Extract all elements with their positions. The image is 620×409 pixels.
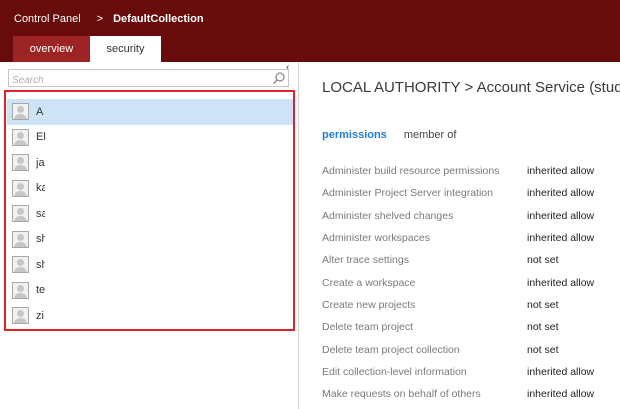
permission-name: Make requests on behalf of others: [322, 388, 481, 401]
permission-value[interactable]: inherited allow: [527, 277, 594, 289]
tab-member-of[interactable]: member of: [404, 129, 457, 141]
permission-row: Administer shelved changes inherited all…: [322, 205, 620, 227]
permission-name: Delete team project: [322, 321, 414, 334]
details-tabs: permissions member of: [322, 129, 473, 141]
permission-row: Alter trace settings not set: [322, 249, 620, 271]
permission-row: Delete team project collection not set: [322, 338, 620, 360]
permission-name: Administer shelved changes: [322, 209, 454, 222]
permission-value[interactable]: inherited allow: [527, 187, 594, 199]
permission-value[interactable]: inherited allow: [527, 388, 594, 400]
permission-row: Create a workspace inherited allow: [322, 271, 620, 293]
permission-row: Delete team project not set: [322, 316, 620, 338]
permission-value[interactable]: not set: [527, 254, 559, 266]
permission-name: Alter trace settings: [322, 254, 409, 267]
permission-value[interactable]: inherited allow: [527, 366, 594, 378]
breadcrumb-collection[interactable]: DefaultCollection: [113, 13, 203, 25]
permission-name: Edit collection-level information: [322, 365, 467, 378]
permissions-list: Administer build resource permissions in…: [322, 160, 620, 405]
permission-value[interactable]: inherited allow: [527, 210, 594, 222]
permission-name: Administer build resource permissions: [322, 165, 500, 178]
breadcrumb-control-panel[interactable]: Control Panel: [14, 13, 81, 25]
search-input[interactable]: [9, 72, 259, 89]
identity-title: LOCAL AUTHORITY > Account Service (study…: [322, 79, 620, 96]
permission-name: Administer workspaces: [322, 232, 430, 245]
permission-row: Administer build resource permissions in…: [322, 160, 620, 182]
tab-security[interactable]: security: [90, 36, 161, 62]
permission-row: Edit collection-level information inheri…: [322, 361, 620, 383]
permission-value[interactable]: not set: [527, 344, 559, 356]
tab-permissions[interactable]: permissions: [322, 129, 387, 141]
permission-value[interactable]: not set: [527, 299, 559, 311]
search-icon[interactable]: [272, 71, 286, 85]
permission-value[interactable]: inherited allow: [527, 165, 594, 177]
top-bar: Control Panel > DefaultCollection overvi…: [0, 0, 620, 62]
permission-row: Make requests on behalf of others inheri…: [322, 383, 620, 405]
permission-row: Administer Project Server integration in…: [322, 182, 620, 204]
permission-value[interactable]: not set: [527, 321, 559, 333]
search-box: [8, 69, 289, 89]
permission-value[interactable]: inherited allow: [527, 232, 594, 244]
breadcrumb: Control Panel > DefaultCollection: [14, 11, 204, 27]
permission-name: Delete team project collection: [322, 343, 460, 356]
permission-row: Create new projects not set: [322, 294, 620, 316]
details-panel: LOCAL AUTHORITY > Account Service (study…: [300, 62, 620, 409]
permission-name: Create new projects: [322, 298, 416, 311]
permission-name: Administer Project Server integration: [322, 187, 493, 200]
main-tabs: overview security: [13, 36, 161, 62]
breadcrumb-separator: >: [96, 13, 104, 25]
tab-overview[interactable]: overview: [13, 36, 90, 62]
highlight-box: [4, 90, 295, 331]
permission-row: Administer workspaces inherited allow: [322, 227, 620, 249]
permission-name: Create a workspace: [322, 276, 416, 289]
